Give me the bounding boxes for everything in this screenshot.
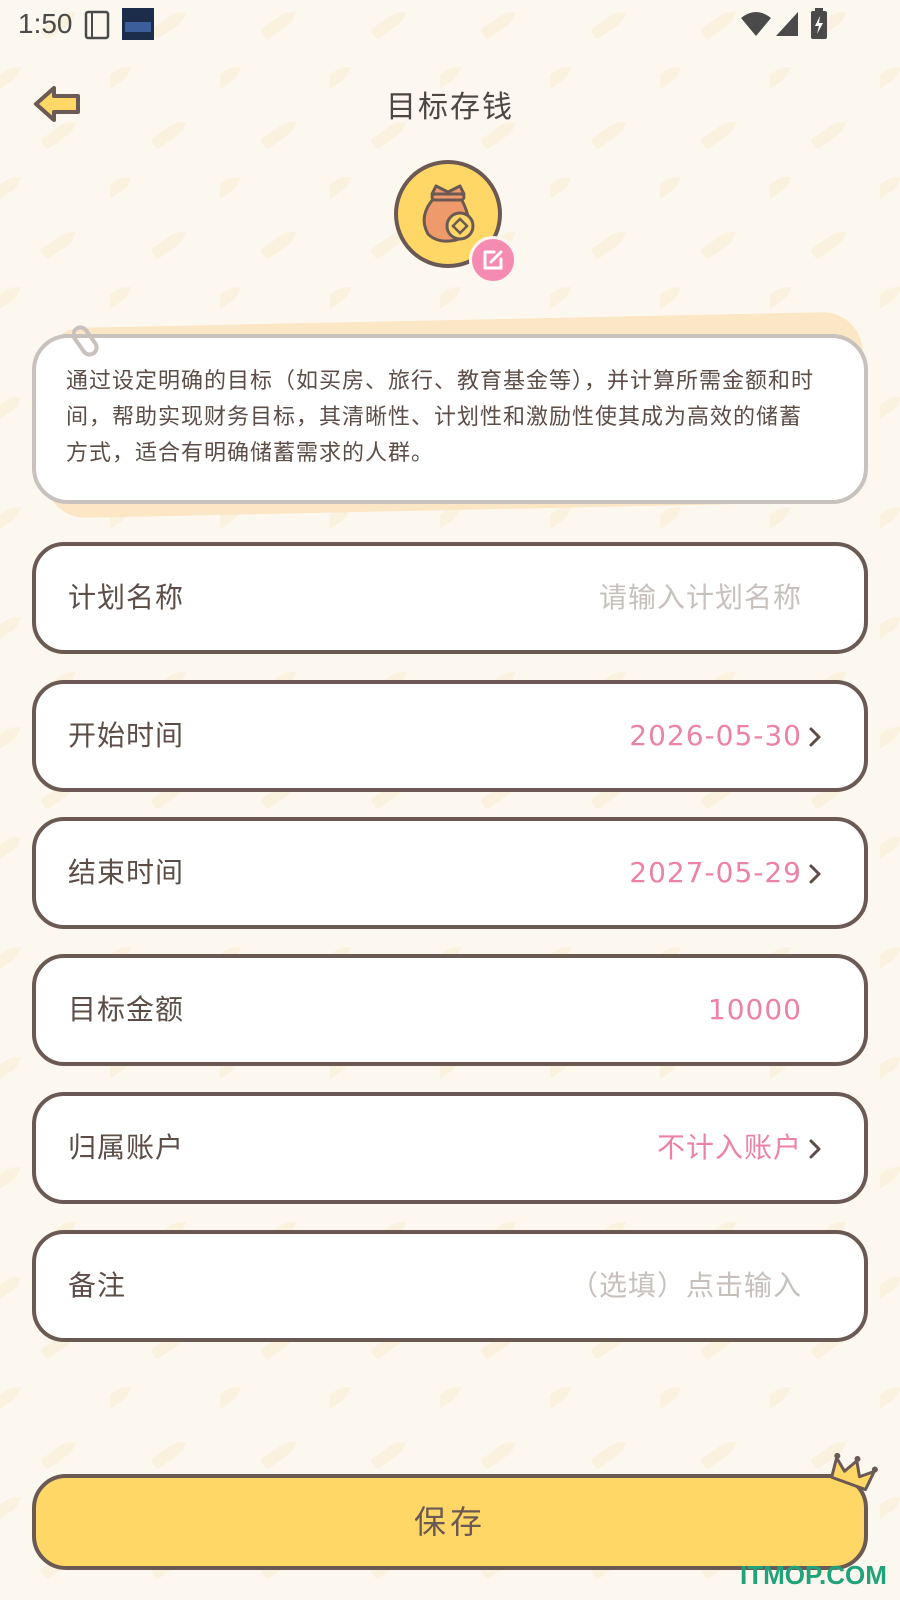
end-time-label: 结束时间 bbox=[68, 856, 185, 889]
chevron-right-icon bbox=[809, 864, 821, 884]
account-value[interactable]: 不计入账户 bbox=[657, 1096, 802, 1200]
plan-name-label: 计划名称 bbox=[68, 581, 185, 614]
plan-name-input[interactable] bbox=[502, 546, 802, 650]
plan-name-row[interactable]: 计划名称 bbox=[32, 542, 868, 654]
paperclip-icon bbox=[72, 325, 99, 357]
signal-icon bbox=[776, 12, 798, 36]
watermark: ITMOP.COM bbox=[740, 1560, 887, 1590]
status-time: 1:50 bbox=[18, 8, 73, 39]
end-time-row[interactable]: 结束时间 2027-05-29 bbox=[32, 817, 868, 929]
target-amount-value[interactable]: 10000 bbox=[708, 958, 802, 1062]
end-time-value[interactable]: 2027-05-29 bbox=[629, 821, 802, 925]
notification-image-icon bbox=[122, 8, 154, 40]
save-button[interactable]: 保存 bbox=[32, 1474, 868, 1570]
page-title: 目标存钱 bbox=[386, 90, 514, 125]
start-time-label: 开始时间 bbox=[68, 719, 185, 752]
target-amount-row[interactable]: 目标金额 10000 bbox=[32, 954, 868, 1066]
intro-card: 通过设定明确的目标（如买房、旅行、教育基金等），并计算所需金额和时间，帮助实现财… bbox=[32, 334, 868, 504]
save-button-label: 保存 bbox=[413, 1503, 486, 1541]
battery-icon bbox=[811, 8, 827, 39]
crown-icon bbox=[830, 1452, 878, 1492]
chevron-right-icon bbox=[809, 727, 821, 747]
target-amount-label: 目标金额 bbox=[68, 993, 185, 1026]
sim-card-icon bbox=[84, 10, 110, 40]
note-input[interactable] bbox=[502, 1234, 802, 1338]
note-row[interactable]: 备注 bbox=[32, 1230, 868, 1342]
chevron-right-icon bbox=[809, 1139, 821, 1159]
note-label: 备注 bbox=[68, 1269, 127, 1302]
edit-icon-button[interactable] bbox=[469, 236, 517, 284]
start-time-value[interactable]: 2026-05-30 bbox=[629, 684, 802, 788]
intro-text: 通过设定明确的目标（如买房、旅行、教育基金等），并计算所需金额和时间，帮助实现财… bbox=[66, 369, 815, 466]
start-time-row[interactable]: 开始时间 2026-05-30 bbox=[32, 680, 868, 792]
status-bar: 1:50 bbox=[0, 0, 900, 48]
wifi-icon bbox=[741, 12, 771, 36]
edit-icon bbox=[483, 250, 503, 270]
account-row[interactable]: 归属账户 不计入账户 bbox=[32, 1092, 868, 1204]
account-label: 归属账户 bbox=[68, 1131, 185, 1164]
